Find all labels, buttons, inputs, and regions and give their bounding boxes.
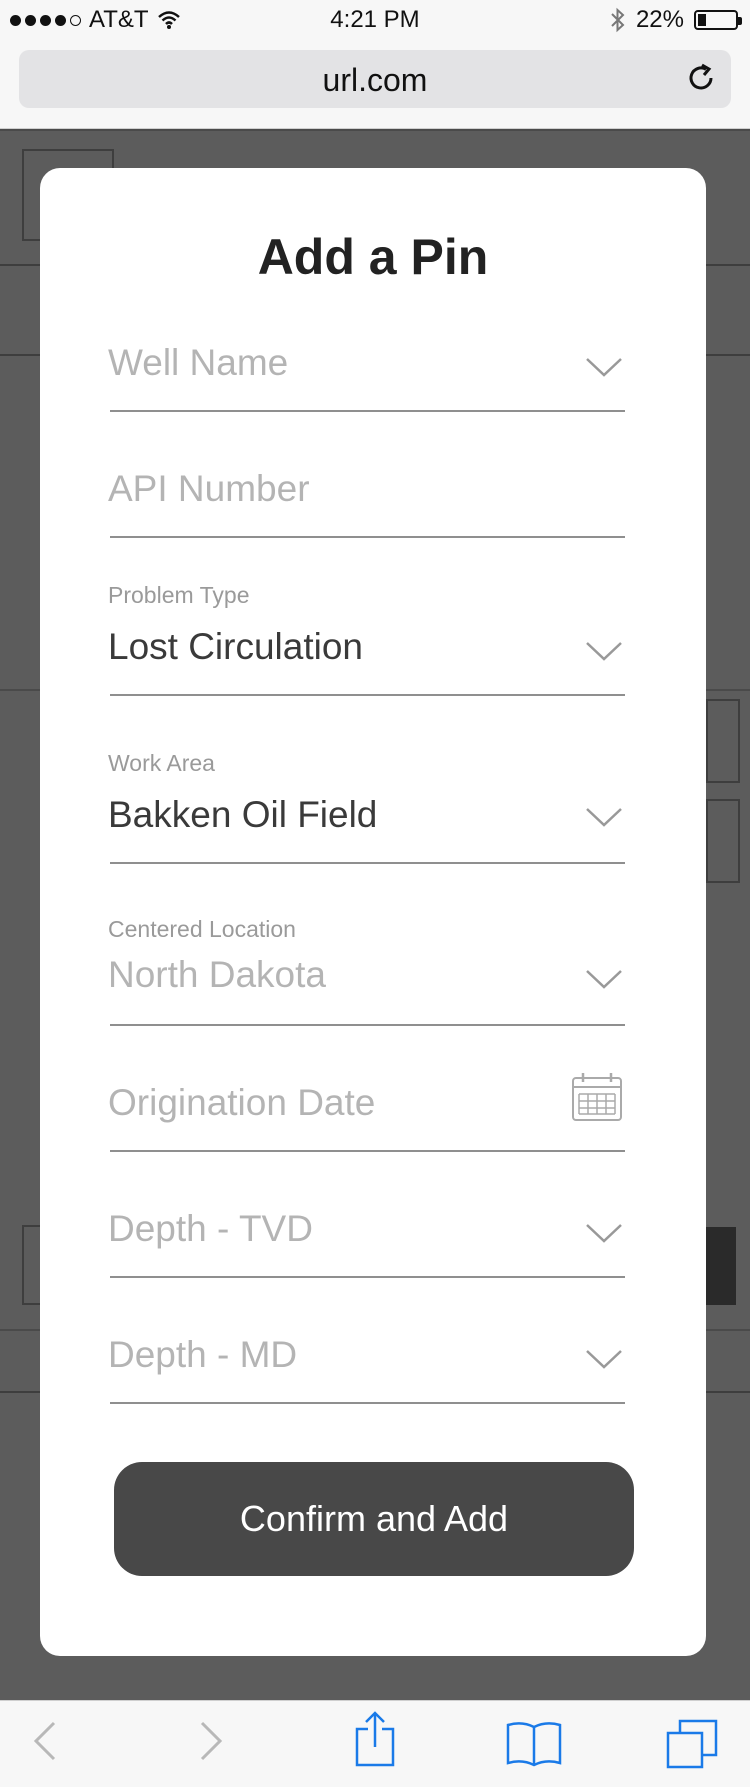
- modal-title: Add a Pin: [257, 229, 489, 285]
- background-control: [706, 699, 740, 783]
- browser-chrome: url.com: [0, 42, 750, 129]
- problem-type-value: Lost Circulation: [108, 626, 364, 667]
- chevron-down-icon: [586, 1350, 622, 1369]
- address-url[interactable]: url.com: [19, 62, 731, 99]
- work-area-value: Bakken Oil Field: [108, 794, 378, 835]
- bluetooth-icon: [611, 7, 625, 33]
- share-icon[interactable]: [354, 1711, 396, 1767]
- origination-date-input[interactable]: Origination Date: [108, 1052, 625, 1152]
- chevron-down-icon: [586, 358, 622, 377]
- work-area-select[interactable]: Work Area Bakken Oil Field: [108, 748, 625, 864]
- background-control: [706, 799, 740, 883]
- bookmarks-icon[interactable]: [506, 1719, 562, 1767]
- tabs-icon[interactable]: [666, 1719, 718, 1769]
- depth-md-placeholder: Depth - MD: [108, 1334, 298, 1375]
- chevron-down-icon: [586, 642, 622, 661]
- forward-arrow-icon[interactable]: [196, 1719, 226, 1763]
- status-right: 22%: [610, 6, 742, 34]
- origination-date-placeholder: Origination Date: [108, 1082, 376, 1123]
- calendar-icon[interactable]: [571, 1072, 623, 1122]
- problem-type-label: Problem Type: [108, 582, 250, 608]
- reload-icon[interactable]: [685, 62, 717, 94]
- centered-location-value: North Dakota: [108, 954, 326, 995]
- background-top-edge: [0, 129, 750, 131]
- well-name-placeholder: Well Name: [108, 342, 289, 383]
- confirm-and-add-button[interactable]: Confirm and Add: [114, 1462, 634, 1576]
- add-pin-modal: Add a Pin Well Name API Number Problem T…: [40, 168, 706, 1656]
- depth-md-select[interactable]: Depth - MD: [108, 1304, 625, 1404]
- problem-type-select[interactable]: Problem Type Lost Circulation: [108, 580, 625, 696]
- depth-tvd-placeholder: Depth - TVD: [108, 1208, 313, 1249]
- chevron-down-icon: [586, 808, 622, 827]
- centered-location-label: Centered Location: [108, 916, 296, 942]
- status-bar: AT&T 4:21 PM 22%: [0, 0, 750, 42]
- centered-location-select[interactable]: Centered Location North Dakota: [108, 914, 625, 1026]
- battery-icon: [694, 10, 742, 30]
- battery-percent: 22%: [635, 6, 684, 33]
- battery-fill: [698, 14, 706, 26]
- chevron-down-icon: [586, 1224, 622, 1243]
- api-number-placeholder: API Number: [108, 468, 310, 509]
- api-number-input[interactable]: API Number: [108, 444, 625, 538]
- chevron-down-icon: [586, 970, 622, 989]
- work-area-label: Work Area: [108, 750, 215, 776]
- back-arrow-icon[interactable]: [30, 1719, 60, 1763]
- browser-toolbar: [0, 1700, 750, 1787]
- address-bar[interactable]: url.com: [19, 50, 731, 108]
- well-name-select[interactable]: Well Name: [108, 318, 625, 412]
- depth-tvd-select[interactable]: Depth - TVD: [108, 1178, 625, 1278]
